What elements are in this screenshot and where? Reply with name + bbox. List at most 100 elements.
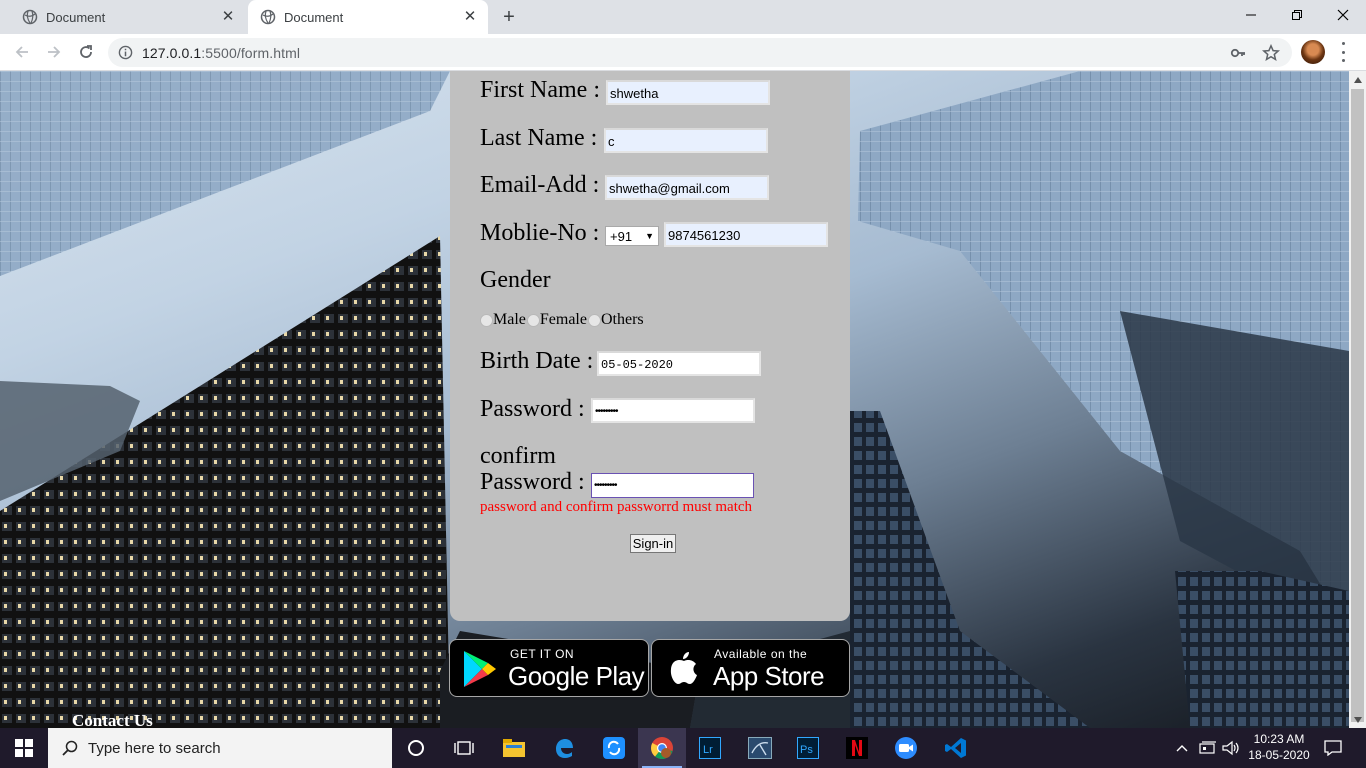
tab-title: Document [46, 9, 106, 25]
tab-title: Document [284, 9, 344, 25]
first-name-input[interactable]: shwetha [606, 80, 770, 105]
password-label: Password : [480, 396, 585, 422]
photoshop-icon[interactable]: Ps [784, 728, 832, 768]
app-store-small-text: Available on the [714, 647, 808, 661]
forward-arrow-icon [48, 46, 61, 58]
gender-female-label: Female [539, 311, 587, 328]
reload-button[interactable] [74, 40, 98, 64]
close-window-button[interactable] [1320, 0, 1366, 30]
password-error-message: password and confirm passworrd must matc… [480, 499, 753, 515]
page-scrollbar[interactable] [1349, 71, 1366, 728]
contact-us-link[interactable]: Contact Us [72, 711, 153, 728]
tab-strip: Document ✕ Document ✕ + [0, 0, 1366, 34]
sync-app-icon[interactable] [590, 728, 638, 768]
menu-icon[interactable] [1337, 42, 1349, 62]
page-viewport: First Name : shwetha Last Name : c Email… [0, 71, 1349, 728]
notifications-icon[interactable] [1318, 728, 1348, 768]
last-name-label: Last Name : [480, 125, 598, 151]
restore-icon [1292, 10, 1302, 20]
gender-others-radio[interactable] [587, 313, 601, 327]
address-bar[interactable]: 127.0.0.1:5500/form.html [108, 38, 1292, 67]
scroll-down-arrow-icon[interactable] [1349, 711, 1366, 728]
vscode-icon[interactable] [932, 728, 980, 768]
tab-document-1[interactable]: Document ✕ [8, 0, 246, 34]
start-button[interactable] [0, 728, 48, 768]
chevron-down-icon: ▼ [645, 231, 654, 241]
clock-date: 18-05-2020 [1248, 748, 1310, 762]
mobile-label: Moblie-No : [480, 220, 600, 246]
windows-logo-icon [15, 739, 33, 757]
gender-label: Gender [480, 267, 551, 293]
first-name-label: First Name : [480, 77, 600, 103]
netflix-icon[interactable] [833, 728, 881, 768]
confirm-label: confirm [480, 443, 556, 469]
sign-in-button[interactable]: Sign-in [630, 534, 676, 553]
url-path: :5500/form.html [201, 45, 301, 61]
browser-toolbar: 127.0.0.1:5500/form.html [0, 34, 1366, 71]
birth-date-label: Birth Date : [480, 348, 594, 374]
clock-time: 10:23 AM [1253, 732, 1305, 746]
back-button[interactable] [10, 40, 34, 64]
edge-icon[interactable] [540, 728, 588, 768]
chrome-icon[interactable] [638, 728, 686, 768]
google-play-badge[interactable]: GET IT ON Google Play [449, 639, 649, 697]
restore-button[interactable] [1274, 0, 1320, 30]
scroll-thumb[interactable] [1351, 89, 1364, 722]
zoom-icon[interactable] [882, 728, 930, 768]
country-code-value: +91 [610, 228, 633, 244]
minimize-icon [1246, 14, 1256, 16]
forward-button[interactable] [42, 40, 66, 64]
app-store-badge[interactable]: Available on the App Store [651, 639, 850, 697]
key-icon[interactable] [1228, 43, 1248, 63]
gender-male-radio[interactable] [480, 313, 493, 327]
globe-icon [22, 9, 38, 25]
svg-text:Ps: Ps [800, 744, 813, 756]
reload-icon [80, 45, 92, 58]
cortana-icon[interactable] [392, 728, 440, 768]
taskbar-clock[interactable]: 10:23 AM 18-05-2020 [1244, 731, 1314, 763]
taskbar-search-box[interactable]: Type here to search [48, 728, 392, 768]
email-label: Email-Add : [480, 172, 600, 198]
globe-icon [260, 9, 276, 25]
confirm-password-input[interactable]: ••••••••• [591, 473, 754, 498]
gender-others-label: Others [600, 311, 644, 328]
svg-text:Lr: Lr [703, 744, 713, 756]
close-tab-icon[interactable]: ✕ [220, 9, 236, 25]
new-tab-button[interactable]: + [498, 6, 520, 28]
google-play-icon [464, 651, 496, 687]
mysql-workbench-icon[interactable] [736, 728, 784, 768]
url-host: 127.0.0.1 [142, 45, 202, 61]
tab-document-2[interactable]: Document ✕ [248, 0, 488, 34]
minimize-button[interactable] [1228, 0, 1274, 30]
close-tab-icon[interactable]: ✕ [462, 9, 478, 25]
app-store-big-text: App Store [713, 661, 825, 691]
show-hidden-icons-chevron-icon[interactable] [1172, 728, 1192, 768]
lightroom-icon[interactable]: Lr [686, 728, 734, 768]
birth-date-input[interactable]: 05-05-2020 [597, 351, 761, 376]
confirm-password-label: Password : [480, 469, 585, 495]
scroll-up-arrow-icon[interactable] [1349, 71, 1366, 88]
windows-taskbar: Type here to search Lr Ps 10:23 AM 18-05… [0, 728, 1366, 768]
bookmark-star-icon[interactable] [1261, 43, 1281, 63]
gender-female-radio[interactable] [526, 313, 540, 327]
task-view-icon[interactable] [440, 728, 488, 768]
password-input[interactable]: ••••••••• [591, 398, 755, 423]
gender-male-label: Male [493, 311, 526, 328]
info-icon[interactable] [118, 45, 133, 60]
country-code-select[interactable]: +91 ▼ [605, 226, 659, 246]
apple-icon [670, 652, 697, 684]
gender-radio-group: Male Female Others [480, 311, 645, 329]
email-input[interactable]: shwetha@gmail.com [605, 175, 769, 200]
search-placeholder: Type here to search [88, 739, 221, 757]
profile-avatar[interactable] [1301, 40, 1325, 64]
network-icon[interactable] [1196, 728, 1220, 768]
file-explorer-icon[interactable] [490, 728, 538, 768]
google-play-small-text: GET IT ON [510, 647, 575, 661]
url-text: 127.0.0.1:5500/form.html [142, 45, 300, 61]
last-name-input[interactable]: c [604, 128, 768, 153]
mobile-input[interactable]: 9874561230 [664, 222, 828, 247]
back-arrow-icon [15, 46, 28, 58]
close-icon [1337, 9, 1349, 21]
volume-icon[interactable] [1220, 728, 1242, 768]
search-icon [62, 740, 78, 756]
